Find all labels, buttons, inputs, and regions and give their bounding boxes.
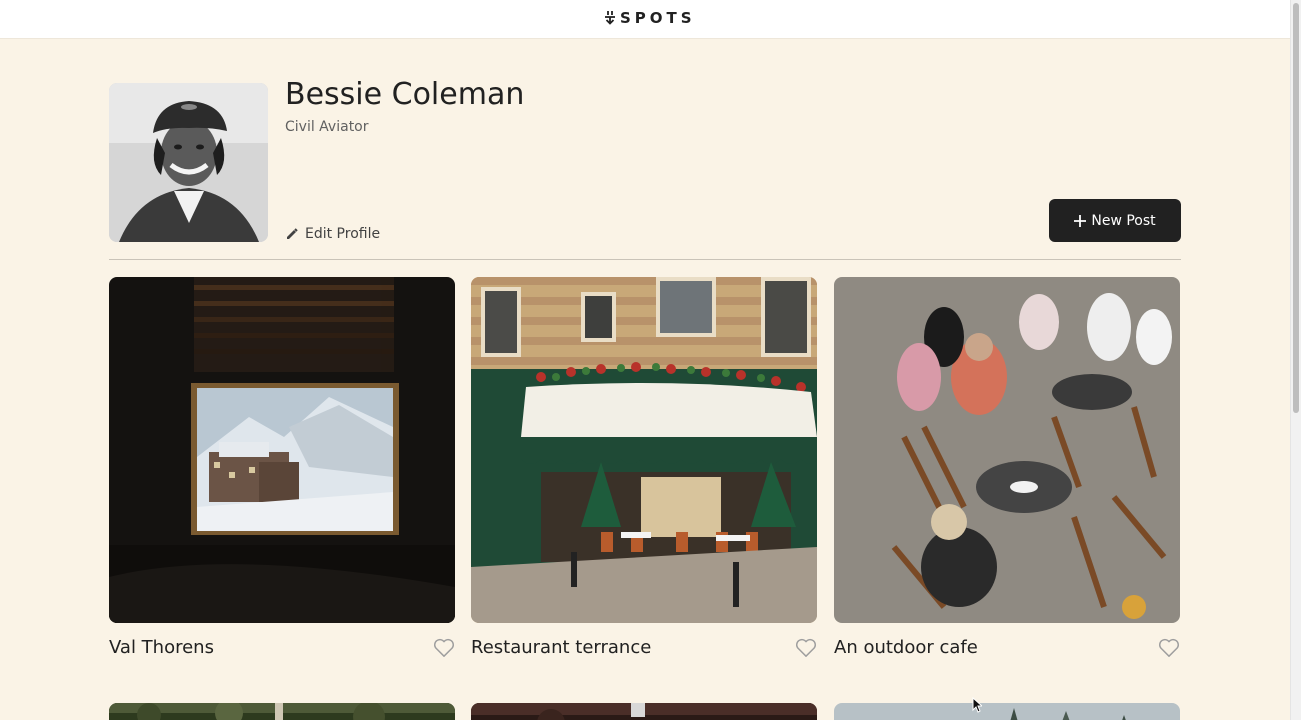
- edit-profile-button[interactable]: Edit Profile: [285, 226, 380, 242]
- page-scrollbar[interactable]: [1290, 0, 1301, 720]
- new-post-label: New Post: [1091, 212, 1156, 229]
- card-image-partial[interactable]: [471, 703, 817, 720]
- card: Restaurant terrance: [471, 277, 817, 658]
- card-title: An outdoor cafe: [834, 637, 978, 658]
- pencil-icon: [287, 228, 298, 239]
- edit-profile-label: Edit Profile: [305, 226, 381, 242]
- profile-divider: [109, 259, 1181, 260]
- card-image[interactable]: [109, 277, 455, 623]
- card: An outdoor cafe: [834, 277, 1180, 658]
- scrollbar-thumb[interactable]: [1293, 3, 1299, 413]
- profile-description: Civil Aviator: [285, 119, 369, 135]
- spots-logo-icon: [605, 11, 615, 25]
- card-image[interactable]: [834, 277, 1180, 623]
- card-image[interactable]: [471, 277, 817, 623]
- card-title: Restaurant terrance: [471, 637, 652, 658]
- brand-name: SPOTS: [620, 9, 696, 27]
- card-image-partial[interactable]: [109, 703, 455, 720]
- new-post-button[interactable]: New Post: [1049, 199, 1181, 242]
- logo[interactable]: SPOTS: [604, 9, 696, 27]
- card-image-partial[interactable]: [834, 703, 1180, 720]
- heart-icon[interactable]: [433, 638, 455, 658]
- card-title: Val Thorens: [109, 637, 214, 658]
- profile-avatar: [109, 83, 268, 242]
- plus-icon: [1074, 214, 1087, 227]
- heart-icon[interactable]: [795, 638, 817, 658]
- top-bar: SPOTS: [0, 0, 1290, 39]
- card: Val Thorens: [109, 277, 455, 658]
- heart-icon[interactable]: [1158, 638, 1180, 658]
- mouse-cursor-icon: [972, 697, 982, 713]
- profile-name: Bessie Coleman: [285, 77, 525, 112]
